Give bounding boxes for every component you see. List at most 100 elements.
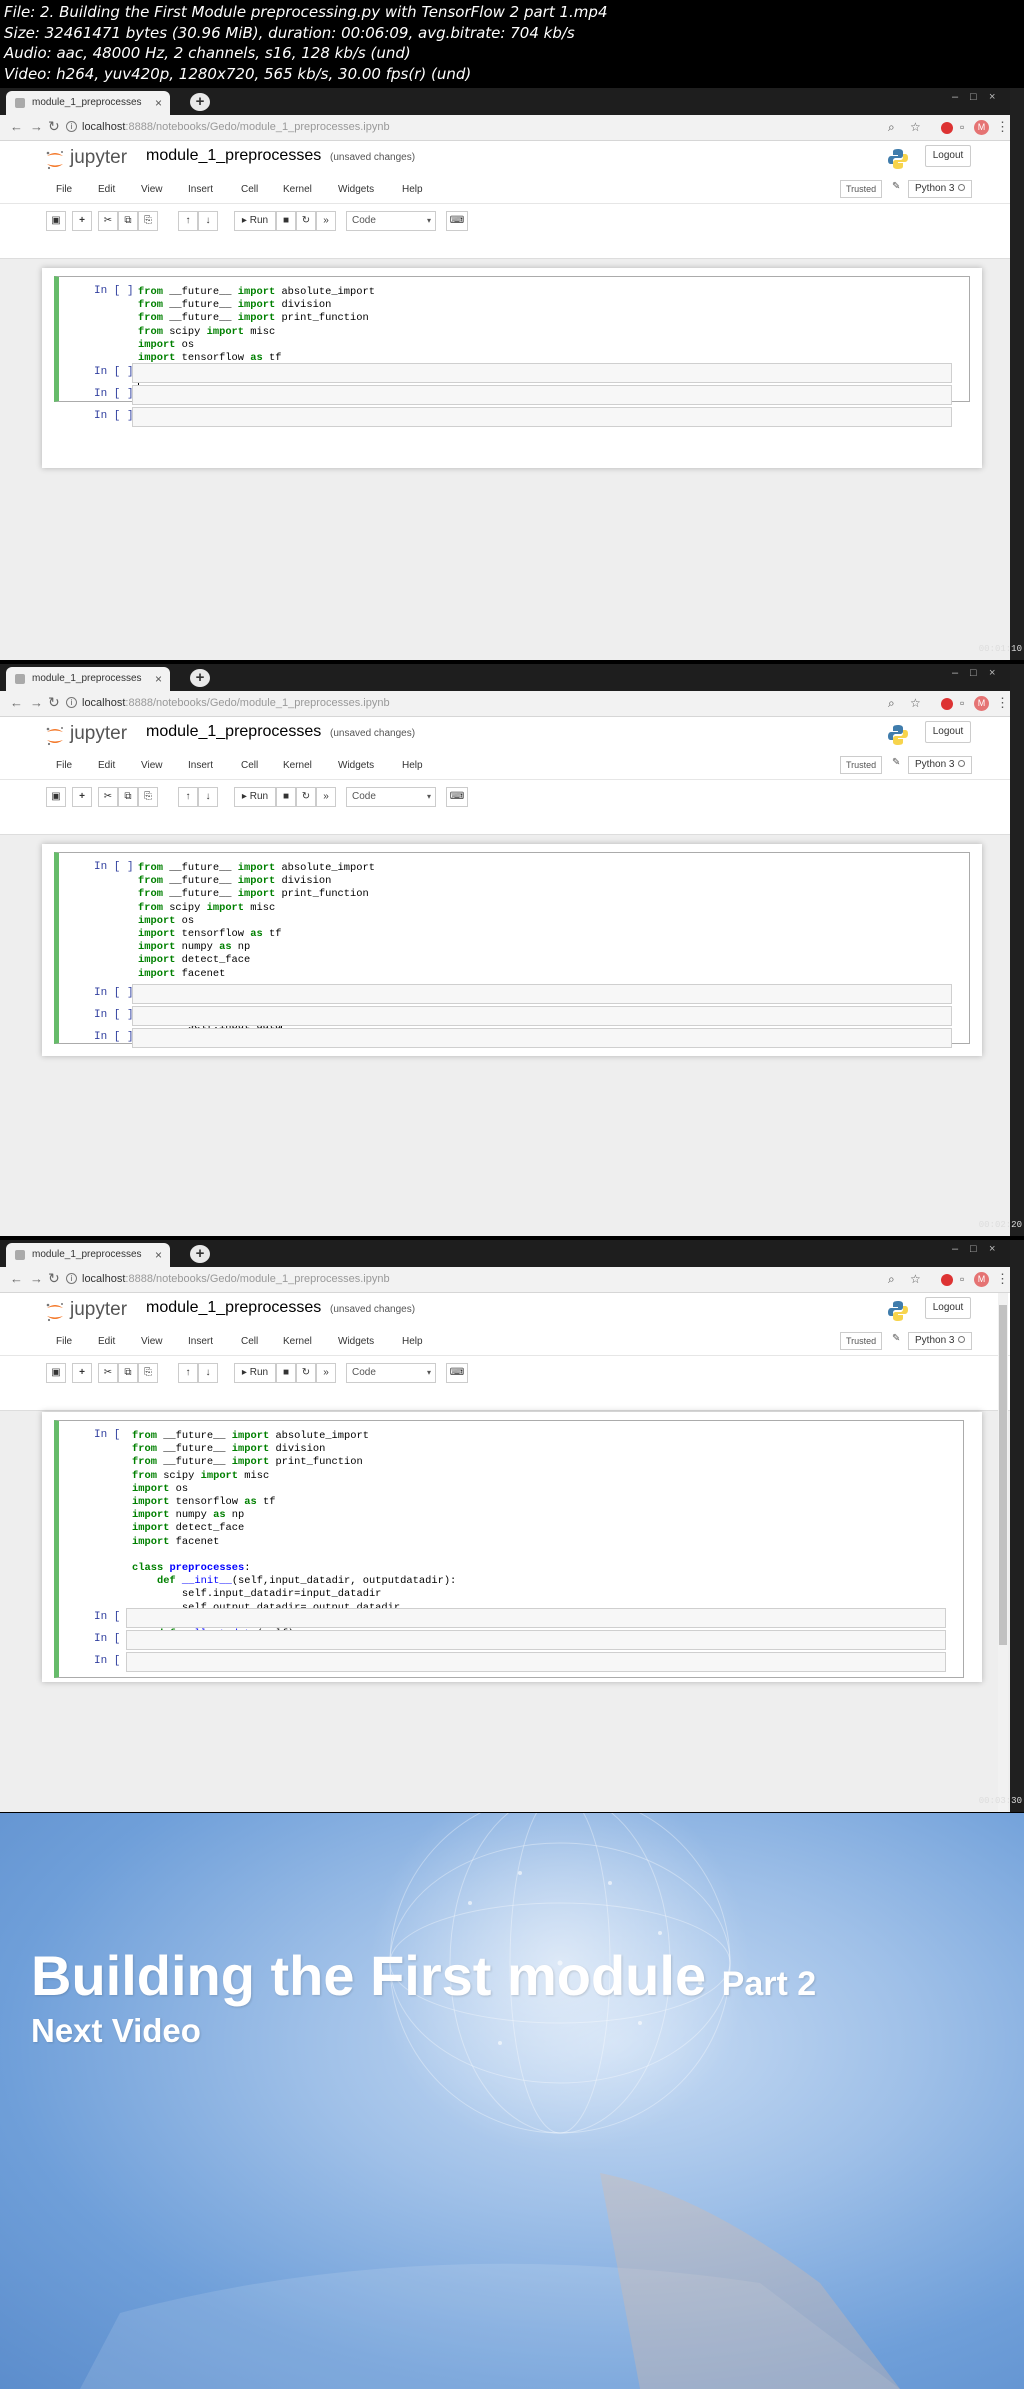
minimize-icon[interactable]: – (952, 667, 958, 679)
cut-icon[interactable]: ✂ (98, 787, 118, 807)
restart-icon[interactable]: ↻ (296, 1363, 316, 1383)
menu-insert[interactable]: Insert (188, 1336, 213, 1347)
extension-icon[interactable] (941, 1274, 953, 1286)
menu-widgets[interactable]: Widgets (338, 760, 374, 771)
copy-icon[interactable]: ⧉ (118, 1363, 138, 1383)
page-scrollbar[interactable] (998, 1293, 1008, 1812)
logout-button[interactable]: Logout (925, 721, 971, 743)
new-tab-button[interactable]: + (190, 669, 210, 687)
info-icon[interactable]: i (66, 1273, 77, 1284)
run-button[interactable]: ▸ Run (234, 787, 276, 807)
reload-icon[interactable]: ↻ (48, 1270, 60, 1287)
browser-menu-icon[interactable]: ⋮ (996, 1271, 1009, 1287)
code-input-area[interactable] (132, 984, 952, 1004)
extension-icon[interactable] (941, 698, 953, 710)
jupyter-logo-icon[interactable] (44, 149, 66, 171)
move-down-icon[interactable]: ↓ (198, 787, 218, 807)
command-palette-icon[interactable]: ⌨ (446, 1363, 468, 1383)
menu-view[interactable]: View (141, 760, 163, 771)
url-field[interactable]: localhost:8888/notebooks/Gedo/module_1_p… (82, 121, 390, 133)
restart-icon[interactable]: ↻ (296, 787, 316, 807)
save-icon[interactable]: ▣ (46, 787, 66, 807)
code-cell-empty[interactable]: In [ ]: (54, 407, 970, 427)
cell-type-select[interactable]: Code ▾ (346, 787, 436, 807)
menu-help[interactable]: Help (402, 184, 423, 195)
minimize-icon[interactable]: – (952, 1243, 958, 1255)
menu-kernel[interactable]: Kernel (283, 1336, 312, 1347)
close-window-icon[interactable]: × (989, 667, 995, 679)
notebook-title[interactable]: module_1_preprocesses (146, 147, 321, 165)
zoom-icon[interactable]: ⌕ (888, 120, 895, 135)
menu-widgets[interactable]: Widgets (338, 184, 374, 195)
move-up-icon[interactable]: ↑ (178, 1363, 198, 1383)
code-input-area[interactable] (132, 385, 952, 405)
notebook-title[interactable]: module_1_preprocesses (146, 723, 321, 741)
forward-icon[interactable]: → (30, 1271, 43, 1286)
jupyter-logo-text[interactable]: jupyter (70, 147, 127, 169)
code-input-area[interactable] (126, 1630, 946, 1650)
close-tab-icon[interactable]: × (155, 96, 162, 110)
code-cell-empty[interactable]: In [ ]: (54, 363, 970, 383)
close-window-icon[interactable]: × (989, 91, 995, 103)
copy-icon[interactable]: ⧉ (118, 787, 138, 807)
code-cell-empty[interactable]: In [ ]: (54, 385, 970, 405)
menu-widgets[interactable]: Widgets (338, 1336, 374, 1347)
menu-cell[interactable]: Cell (241, 1336, 258, 1347)
cut-icon[interactable]: ✂ (98, 1363, 118, 1383)
browser-tab[interactable]: module_1_preprocesses × (6, 667, 170, 691)
forward-icon[interactable]: → (30, 119, 43, 134)
code-cell-empty[interactable]: In [ ]: (54, 1652, 964, 1672)
back-icon[interactable]: ← (10, 119, 23, 134)
cell-type-select[interactable]: Code ▾ (346, 1363, 436, 1383)
profile-avatar[interactable]: M (974, 1272, 989, 1287)
move-up-icon[interactable]: ↑ (178, 787, 198, 807)
insert-cell-icon[interactable]: + (72, 211, 92, 231)
browser-tab[interactable]: module_1_preprocesses × (6, 91, 170, 115)
maximize-icon[interactable]: □ (970, 1243, 977, 1255)
jupyter-logo-text[interactable]: jupyter (70, 1299, 127, 1321)
extension-box-icon[interactable]: ▫ (960, 1272, 964, 1286)
command-palette-icon[interactable]: ⌨ (446, 787, 468, 807)
code-input-area[interactable] (132, 407, 952, 427)
info-icon[interactable]: i (66, 121, 77, 132)
scrollbar-thumb[interactable] (999, 1305, 1007, 1645)
menu-help[interactable]: Help (402, 760, 423, 771)
reload-icon[interactable]: ↻ (48, 694, 60, 711)
zoom-icon[interactable]: ⌕ (888, 696, 895, 711)
extension-icon[interactable] (941, 122, 953, 134)
paste-icon[interactable]: ⎘ (138, 1363, 158, 1383)
browser-menu-icon[interactable]: ⋮ (996, 119, 1009, 135)
code-input-area[interactable] (126, 1608, 946, 1628)
run-button[interactable]: ▸ Run (234, 1363, 276, 1383)
zoom-icon[interactable]: ⌕ (888, 1272, 895, 1287)
menu-edit[interactable]: Edit (98, 760, 115, 771)
new-tab-button[interactable]: + (190, 93, 210, 111)
copy-icon[interactable]: ⧉ (118, 211, 138, 231)
jupyter-logo-icon[interactable] (44, 725, 66, 747)
back-icon[interactable]: ← (10, 695, 23, 710)
logout-button[interactable]: Logout (925, 145, 971, 167)
menu-cell[interactable]: Cell (241, 184, 258, 195)
code-cell-active[interactable]: In [ ]: from __future__ import absolute_… (54, 276, 970, 402)
stop-icon[interactable]: ■ (276, 1363, 296, 1383)
menu-insert[interactable]: Insert (188, 760, 213, 771)
menu-edit[interactable]: Edit (98, 184, 115, 195)
cell-type-select[interactable]: Code ▾ (346, 211, 436, 231)
bookmark-star-icon[interactable]: ☆ (910, 696, 921, 710)
bookmark-star-icon[interactable]: ☆ (910, 1272, 921, 1286)
back-icon[interactable]: ← (10, 1271, 23, 1286)
code-cell-empty[interactable]: In [ ]: (54, 1630, 964, 1650)
code-input-area[interactable] (132, 363, 952, 383)
code-cell-empty[interactable]: In [ ]: (54, 1006, 970, 1026)
trusted-badge[interactable]: Trusted (840, 180, 883, 198)
code-cell-empty[interactable]: In [ ]: (54, 984, 970, 1004)
paste-icon[interactable]: ⎘ (138, 787, 158, 807)
browser-tab[interactable]: module_1_preprocesses × (6, 1243, 170, 1267)
stop-icon[interactable]: ■ (276, 211, 296, 231)
menu-file[interactable]: File (56, 760, 72, 771)
menu-help[interactable]: Help (402, 1336, 423, 1347)
menu-insert[interactable]: Insert (188, 184, 213, 195)
close-tab-icon[interactable]: × (155, 672, 162, 686)
minimize-icon[interactable]: – (952, 91, 958, 103)
move-up-icon[interactable]: ↑ (178, 211, 198, 231)
